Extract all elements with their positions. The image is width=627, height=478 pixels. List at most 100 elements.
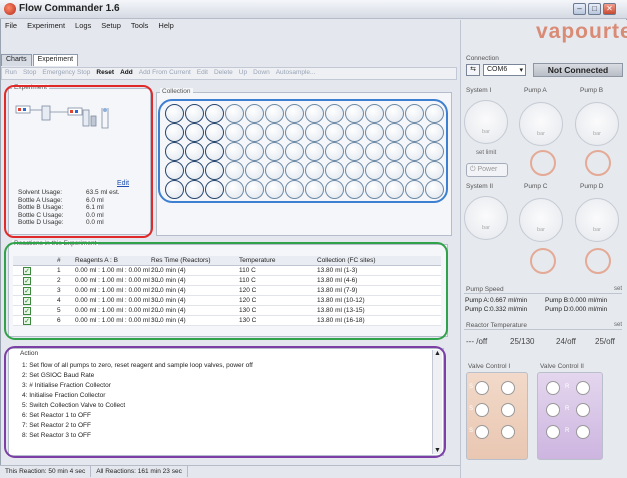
gauge-unit: bar [482, 129, 490, 135]
experiment-highlight [4, 85, 153, 238]
close-button[interactable]: ✕ [603, 3, 616, 15]
valve-icon[interactable] [546, 425, 560, 439]
window-title: Flow Commander 1.6 [19, 3, 120, 14]
pump-b-title: Pump B [580, 87, 604, 94]
valve-icon[interactable] [576, 425, 590, 439]
reset-button[interactable]: Reset [93, 68, 117, 77]
autosample-button[interactable]: Autosample... [273, 68, 319, 77]
menu-experiment[interactable]: Experiment [22, 19, 70, 32]
pump-speed-value: 0.332 ml/min [490, 306, 528, 313]
pump-speed-label: Pump B: [545, 297, 570, 304]
connection-status-badge: Not Connected [533, 63, 623, 77]
minimize-button[interactable]: – [573, 3, 586, 15]
valve-icon[interactable] [501, 403, 515, 417]
menu-help[interactable]: Help [153, 19, 178, 32]
pump-speed-value: 0.000 ml/min [570, 297, 608, 304]
pump-b-pressure-gauge: bar [575, 102, 619, 146]
power-button[interactable]: ⏻ Power [466, 163, 508, 177]
gauge-unit: bar [537, 131, 545, 137]
tab-experiment[interactable]: Experiment [32, 54, 79, 66]
pump-c-title: Pump C [524, 183, 548, 190]
reactor-temp-value: 25/off [595, 337, 615, 346]
pump-speed-label: Pump C: [465, 306, 491, 313]
pump-speed-row: Pump C: 0.332 ml/min Pump D: 0.000 ml/mi… [465, 306, 625, 315]
reactor-temp-title: Reactor Temperature [466, 322, 527, 329]
valve-letter: R [565, 384, 570, 390]
pump-speed-set-link[interactable]: set [614, 286, 622, 292]
tab-strip: Charts Experiment [1, 54, 79, 66]
run-button[interactable]: Run [2, 68, 20, 77]
port-select[interactable]: COM6 ▾ [483, 64, 526, 76]
reactor-temp-set-link[interactable]: set [614, 322, 622, 328]
pump-speed-value: 0.667 ml/min [490, 297, 528, 304]
pump-speed-value: 0.000 ml/min [570, 306, 608, 313]
connection-icon[interactable]: ⇆ [466, 64, 480, 76]
pump-a-title: Pump A [524, 87, 547, 94]
status-bar: This Reaction: 50 min 4 sec All Reactions… [0, 465, 460, 478]
valve-icon[interactable] [576, 381, 590, 395]
this-reaction-status: This Reaction: 50 min 4 sec [0, 466, 92, 477]
menu-bar: File Experiment Logs Setup Tools Help [0, 19, 460, 33]
delete-button[interactable]: Delete [211, 68, 236, 77]
emergency-stop-button[interactable]: Emergency Stop [39, 68, 93, 77]
maximize-button[interactable]: □ [588, 3, 601, 15]
valve-icon[interactable] [475, 403, 489, 417]
valve-control-2-title: Valve Control II [540, 363, 584, 370]
valve-icon[interactable] [475, 425, 489, 439]
system2-pressure-gauge: bar [464, 196, 508, 240]
menu-tools[interactable]: Tools [126, 19, 154, 32]
experiment-toolbar: Run Stop Emergency Stop Reset Add Add From Cu… [1, 67, 457, 80]
system1-pressure-gauge: bar [464, 100, 508, 144]
pump-speed-label: Pump A: [465, 297, 490, 304]
valve-control-1-panel[interactable]: S S S [466, 372, 528, 460]
menu-logs[interactable]: Logs [70, 19, 96, 32]
reactor-temp-value: --- /off [466, 337, 488, 346]
title-bar: Flow Commander 1.6 – □ ✕ [0, 0, 627, 19]
connection-title: Connection [466, 55, 499, 62]
pump-a-ring [530, 150, 556, 176]
valve-letter: R [565, 406, 570, 412]
reactor-temp-value: 24/off [556, 337, 576, 346]
valve-icon[interactable] [501, 381, 515, 395]
pump-speed-label: Pump D: [545, 306, 571, 313]
gauge-unit: bar [593, 227, 601, 233]
collection-group-title: Collection [160, 88, 193, 95]
pump-c-pressure-gauge: bar [519, 198, 563, 242]
reactions-highlight [4, 242, 448, 340]
valve-control-2-panel[interactable]: R R R [537, 372, 603, 460]
pump-d-title: Pump D [580, 183, 604, 190]
add-from-current-button[interactable]: Add From Current [136, 68, 194, 77]
edit-button[interactable]: Edit [194, 68, 211, 77]
down-button[interactable]: Down [250, 68, 273, 77]
menu-file[interactable]: File [0, 19, 22, 32]
valve-icon[interactable] [501, 425, 515, 439]
pump-a-pressure-gauge: bar [519, 102, 563, 146]
stop-button[interactable]: Stop [20, 68, 39, 77]
add-button[interactable]: Add [117, 68, 136, 77]
pump-speed-row: Pump A: 0.667 ml/min Pump B: 0.000 ml/mi… [465, 297, 625, 306]
actions-highlight [4, 346, 446, 458]
valve-icon[interactable] [546, 381, 560, 395]
menu-setup[interactable]: Setup [96, 19, 126, 32]
valve-icon[interactable] [576, 403, 590, 417]
gauge-unit: bar [593, 131, 601, 137]
valve-icon[interactable] [475, 381, 489, 395]
valve-letter: S [469, 428, 474, 434]
set-limit-label[interactable]: set limit [476, 150, 496, 156]
up-button[interactable]: Up [236, 68, 250, 77]
port-value: COM6 [487, 66, 508, 73]
pump-c-ring [530, 248, 556, 274]
system1-title: System I [466, 87, 492, 94]
reactor-temp-value: 25/130 [510, 337, 535, 346]
valve-control-1-title: Valve Control I [468, 363, 511, 370]
brand-logo: vapourtec [536, 20, 627, 43]
chevron-down-icon: ▾ [519, 67, 523, 74]
system2-title: System II [466, 183, 494, 190]
reactor-temp-header: Reactor Temperature set [464, 322, 622, 330]
valve-letter: S [469, 384, 474, 390]
valve-letter: S [469, 406, 474, 412]
pump-speed-header: Pump Speed set [464, 286, 622, 294]
tab-charts[interactable]: Charts [1, 54, 32, 66]
valve-icon[interactable] [546, 403, 560, 417]
gauge-unit: bar [537, 227, 545, 233]
